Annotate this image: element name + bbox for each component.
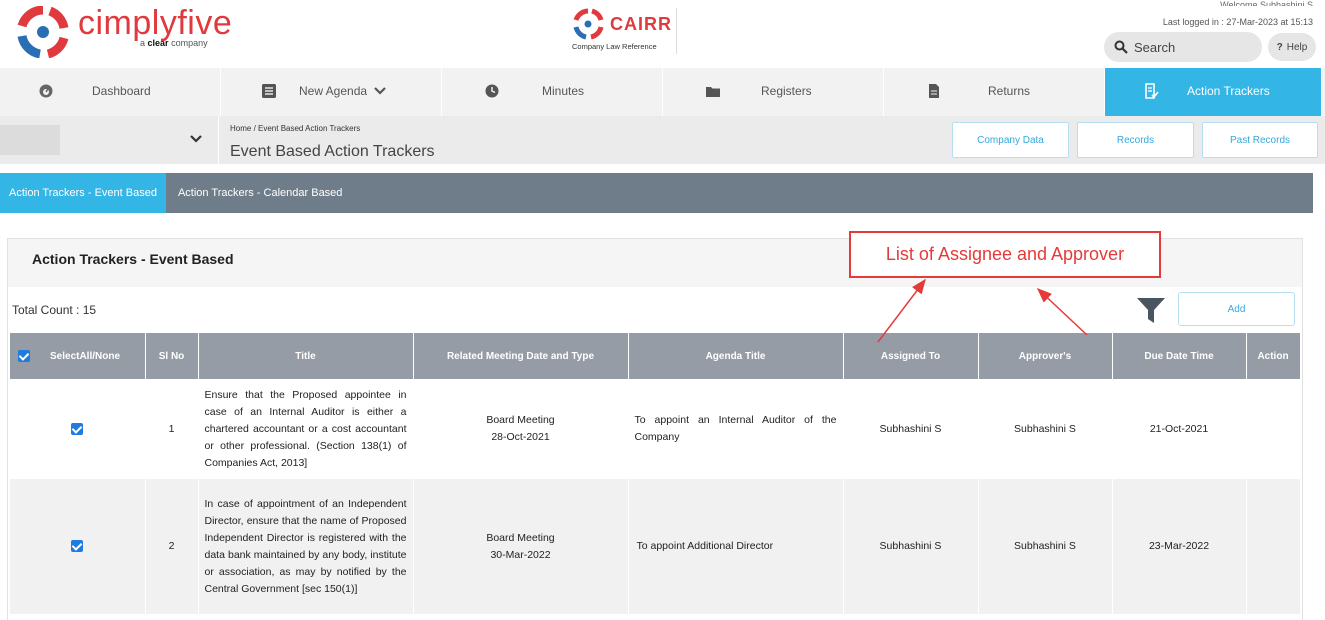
annotation-callout: List of Assignee and Approver — [849, 231, 1161, 278]
cairr-name: CAIRR — [610, 14, 672, 34]
help-icon: ? — [1276, 41, 1283, 53]
search-input[interactable] — [1134, 39, 1254, 55]
approver-cell: Subhashini S — [978, 479, 1113, 614]
cairr-logo[interactable]: CAIRR Company Law Reference — [572, 8, 677, 54]
tab-event-based[interactable]: Action Trackers - Event Based — [0, 173, 166, 213]
agenda-icon — [262, 84, 276, 98]
title-cell: Ensure that the Proposed appointee in ca… — [198, 379, 414, 479]
select-all-checkbox[interactable] — [18, 350, 30, 362]
approver-cell: Subhashini S — [978, 379, 1113, 479]
nav-dashboard[interactable]: Dashboard — [0, 68, 221, 116]
brand-tagline: a clear company — [140, 38, 208, 48]
row-select-cell — [10, 379, 146, 479]
row-checkbox[interactable] — [71, 540, 84, 553]
panel-title: Action Trackers - Event Based — [32, 251, 234, 267]
help-label: Help — [1286, 41, 1308, 53]
nav-label: Registers — [761, 84, 812, 98]
sl-no-cell: 2 — [145, 479, 199, 614]
agenda-cell: To appoint Additional Director — [628, 479, 844, 614]
cairr-subtitle: Company Law Reference — [572, 42, 657, 51]
last-login-text: Last logged in : 27-Mar-2023 at 15:13 — [1162, 17, 1313, 27]
table-header-row: SelectAll/None Sl No Title Related Meeti… — [10, 333, 1301, 379]
divider — [218, 116, 219, 164]
nav-returns[interactable]: Returns — [884, 68, 1105, 116]
chevron-down-icon — [374, 87, 386, 95]
column-header[interactable]: Sl No — [145, 333, 199, 379]
page: cimplyfive a clear company CAIRR Company… — [0, 0, 1325, 620]
records-button[interactable]: Records — [1077, 122, 1194, 158]
assigned-to-cell: Subhashini S — [843, 379, 979, 479]
brand-logo[interactable]: cimplyfive — [14, 6, 232, 58]
search-box[interactable] — [1104, 32, 1262, 62]
title-cell: In case of appointment of an Independent… — [198, 479, 414, 614]
agenda-cell: To appoint an Internal Auditor of the Co… — [628, 379, 844, 479]
page-title: Event Based Action Trackers — [230, 143, 435, 160]
cimplyfive-logo-icon — [17, 6, 69, 58]
nav-minutes[interactable]: Minutes — [442, 68, 663, 116]
column-header[interactable]: Title — [198, 333, 414, 379]
row-select-cell — [10, 479, 146, 614]
company-select[interactable] — [0, 122, 218, 158]
folder-icon — [706, 87, 720, 97]
chevron-down-icon — [190, 135, 202, 143]
nav-label: New Agenda — [299, 84, 368, 98]
column-header[interactable]: Related Meeting Date and Type — [413, 333, 629, 379]
meeting-cell: Board Meeting 28-Oct-2021 — [413, 379, 629, 479]
meeting-date: 30-Mar-2022 — [490, 548, 551, 561]
nav-label: Returns — [988, 84, 1031, 98]
help-button[interactable]: ? Help — [1268, 33, 1316, 61]
sl-no-cell: 1 — [145, 379, 199, 479]
nav-registers[interactable]: Registers — [663, 68, 884, 116]
clock-icon — [485, 84, 499, 98]
company-data-button[interactable]: Company Data — [952, 122, 1069, 158]
company-select-value — [0, 125, 60, 155]
cairr-mark-icon — [573, 8, 604, 40]
column-header[interactable]: Assigned To — [843, 333, 979, 379]
meeting-type: Board Meeting — [486, 414, 555, 426]
total-count: Total Count : 15 — [12, 303, 97, 317]
dashboard-icon — [39, 84, 53, 98]
column-select-all[interactable]: SelectAll/None — [10, 333, 146, 379]
document-icon — [929, 84, 939, 98]
add-button[interactable]: Add — [1178, 292, 1295, 326]
column-header: SelectAll/None — [50, 350, 121, 362]
past-records-button[interactable]: Past Records — [1202, 122, 1318, 158]
assigned-to-cell: Subhashini S — [843, 479, 979, 614]
app-header: cimplyfive a clear company CAIRR Company… — [0, 0, 1325, 68]
nav-label: Dashboard — [92, 84, 151, 98]
nav-label: Minutes — [542, 84, 585, 98]
row-checkbox[interactable] — [71, 422, 84, 435]
tab-calendar-based[interactable]: Action Trackers - Calendar Based — [166, 173, 351, 213]
table-row: 2 In case of appointment of an Independe… — [10, 479, 1301, 614]
nav-new-agenda[interactable]: New Agenda — [221, 68, 442, 116]
column-header[interactable]: Approver's — [978, 333, 1113, 379]
meeting-type: Board Meeting — [486, 531, 555, 544]
column-header: Action — [1246, 333, 1301, 379]
column-header[interactable]: Agenda Title — [628, 333, 844, 379]
meeting-date: 28-Oct-2021 — [491, 431, 550, 443]
due-date-cell: 21-Oct-2021 — [1112, 379, 1247, 479]
table-row: 1 Ensure that the Proposed appointee in … — [10, 379, 1301, 479]
main-nav: Dashboard New Agenda Minutes Registers R… — [0, 68, 1325, 116]
nav-label: Action Trackers — [1187, 84, 1270, 98]
brand-name: cimplyfive — [78, 4, 233, 42]
search-icon — [1114, 40, 1128, 54]
action-cell[interactable] — [1246, 479, 1301, 614]
action-cell[interactable] — [1246, 379, 1301, 479]
sub-header: Home / Event Based Action Trackers Event… — [0, 116, 1325, 164]
tracker-icon — [1145, 83, 1159, 99]
welcome-text: Welcome Subhashini S — [1220, 0, 1313, 6]
breadcrumb[interactable]: Home / Event Based Action Trackers — [230, 124, 360, 133]
nav-action-trackers[interactable]: Action Trackers — [1105, 68, 1322, 116]
meeting-cell: Board Meeting 30-Mar-2022 — [413, 479, 629, 614]
column-header[interactable]: Due Date Time — [1112, 333, 1247, 379]
tracker-tabs: Action Trackers - Event Based Action Tra… — [0, 173, 1313, 213]
trackers-table: SelectAll/None Sl No Title Related Meeti… — [10, 333, 1301, 614]
due-date-cell: 23-Mar-2022 — [1112, 479, 1247, 614]
filter-icon[interactable] — [1136, 295, 1166, 325]
